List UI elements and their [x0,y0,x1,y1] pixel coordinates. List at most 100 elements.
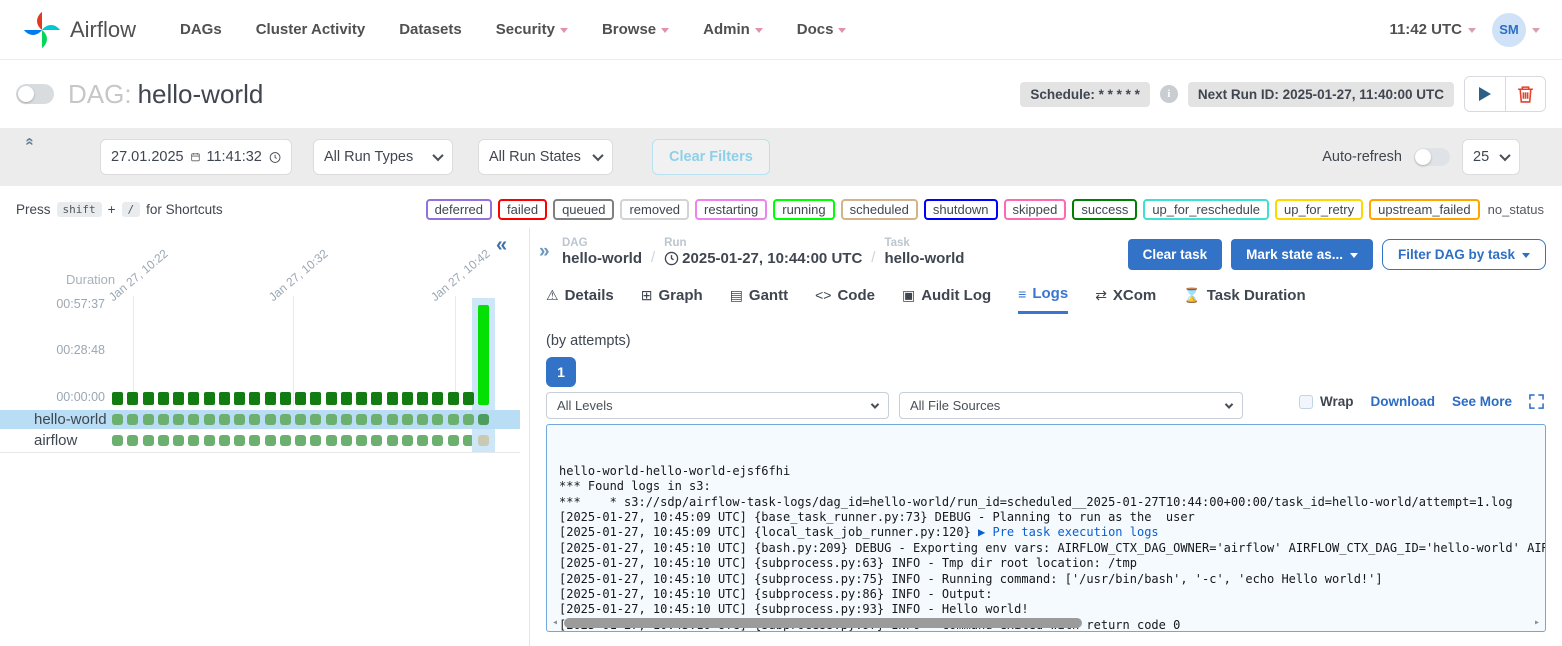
mark-state-button[interactable]: Mark state as... [1231,239,1373,270]
task-instance-cell[interactable] [204,435,215,446]
task-instance-cell[interactable] [173,414,184,425]
run-duration-bar[interactable] [249,392,260,405]
task-instance-cell[interactable] [204,414,215,425]
fullscreen-icon[interactable] [1529,394,1544,409]
task-instance-cell[interactable] [478,435,489,446]
task-instance-cell[interactable] [326,435,337,446]
run-duration-bar[interactable] [478,305,489,405]
task-instance-cell[interactable] [234,414,245,425]
filter-dag-by-task-button[interactable]: Filter DAG by task [1382,239,1546,270]
run-states-select[interactable]: All Run States [478,139,613,175]
log-level-select[interactable]: All Levels [546,392,889,419]
task-instance-cell[interactable] [448,435,459,446]
download-link[interactable]: Download [1370,394,1435,409]
run-duration-bar[interactable] [234,392,245,405]
task-instance-cell[interactable] [295,435,306,446]
run-duration-bar[interactable] [219,392,230,405]
attempt-1-button[interactable]: 1 [546,357,576,387]
tab-logs[interactable]: ≡Logs [1018,285,1068,314]
base-date-input[interactable]: 27.01.2025 11:41:32 [100,139,292,175]
nav-item-datasets[interactable]: Datasets [399,21,462,38]
tab-xcom[interactable]: ⇄XCom [1095,285,1156,314]
task-instance-cell[interactable] [234,435,245,446]
task-instance-cell[interactable] [432,414,443,425]
clock-dropdown[interactable]: 11:42 UTC [1389,21,1476,38]
nav-item-security[interactable]: Security [496,21,568,38]
task-label-airflow[interactable]: airflow [34,432,77,449]
run-duration-bar[interactable] [310,392,321,405]
run-types-select[interactable]: All Run Types [313,139,453,175]
page-size-select[interactable]: 25 [1462,139,1520,175]
airflow-logo[interactable]: Airflow [22,10,136,50]
task-instance-cell[interactable] [356,414,367,425]
breadcrumb-dag[interactable]: DAG hello-world [562,237,642,267]
task-instance-cell[interactable] [143,414,154,425]
nav-item-browse[interactable]: Browse [602,21,669,38]
run-duration-bar[interactable] [204,392,215,405]
task-label-hello-world[interactable]: hello-world [34,411,107,428]
run-duration-bar[interactable] [387,392,398,405]
run-duration-bar[interactable] [112,392,123,405]
run-duration-bar[interactable] [371,392,382,405]
task-instance-cell[interactable] [158,435,169,446]
run-duration-bar[interactable] [432,392,443,405]
collapse-filters-icon[interactable]: « [22,137,39,145]
task-instance-cell[interactable] [371,414,382,425]
task-instance-cell[interactable] [173,435,184,446]
task-instance-cell[interactable] [188,414,199,425]
scroll-left-arrow[interactable]: ◂ [552,616,558,629]
task-instance-cell[interactable] [158,414,169,425]
clear-task-button[interactable]: Clear task [1128,239,1223,270]
nav-item-docs[interactable]: Docs [797,21,847,38]
run-duration-bar[interactable] [402,392,413,405]
tab-task-duration[interactable]: ⌛Task Duration [1183,285,1305,314]
task-instance-cell[interactable] [371,435,382,446]
nav-item-admin[interactable]: Admin [703,21,763,38]
run-duration-bar[interactable] [127,392,138,405]
task-instance-cell[interactable] [143,435,154,446]
delete-dag-button[interactable] [1505,77,1545,111]
task-instance-cell[interactable] [112,435,123,446]
task-instance-cell[interactable] [478,414,489,425]
auto-refresh-toggle[interactable] [1414,148,1450,166]
run-duration-bar[interactable] [448,392,459,405]
task-instance-cell[interactable] [219,435,230,446]
run-duration-bar[interactable] [173,392,184,405]
tab-code[interactable]: <>Code [815,285,875,314]
tab-gantt[interactable]: ▤Gantt [730,285,788,314]
task-instance-cell[interactable] [280,435,291,446]
task-instance-cell[interactable] [310,435,321,446]
scroll-right-arrow[interactable]: ▸ [1534,616,1540,629]
task-instance-cell[interactable] [326,414,337,425]
task-instance-cell[interactable] [249,435,260,446]
file-source-select[interactable]: All File Sources [899,392,1243,419]
task-instance-cell[interactable] [417,435,428,446]
task-instance-cell[interactable] [265,435,276,446]
task-instance-cell[interactable] [280,414,291,425]
run-duration-bar[interactable] [143,392,154,405]
task-instance-cell[interactable] [188,435,199,446]
run-duration-bar[interactable] [341,392,352,405]
log-group-link[interactable]: ▶ Pre task execution logs [978,525,1159,539]
scrollbar-thumb[interactable] [564,618,1082,628]
task-instance-cell[interactable] [112,414,123,425]
wrap-checkbox[interactable]: Wrap [1299,394,1354,409]
collapse-grid-icon[interactable]: « [496,234,507,257]
breadcrumb-run[interactable]: Run 2025-01-27, 10:44:00 UTC [664,237,862,267]
task-instance-cell[interactable] [265,414,276,425]
task-instance-cell[interactable] [402,435,413,446]
task-instance-cell[interactable] [417,414,428,425]
tab-details[interactable]: ⚠Details [546,285,614,314]
nav-item-dags[interactable]: DAGs [180,21,222,38]
run-duration-bar[interactable] [295,392,306,405]
task-instance-cell[interactable] [432,435,443,446]
task-instance-cell[interactable] [219,414,230,425]
run-duration-bar[interactable] [188,392,199,405]
task-instance-cell[interactable] [310,414,321,425]
trigger-dag-button[interactable] [1465,77,1505,111]
task-instance-cell[interactable] [356,435,367,446]
see-more-link[interactable]: See More [1452,394,1512,409]
run-duration-bar[interactable] [326,392,337,405]
task-instance-cell[interactable] [341,435,352,446]
task-instance-cell[interactable] [387,414,398,425]
